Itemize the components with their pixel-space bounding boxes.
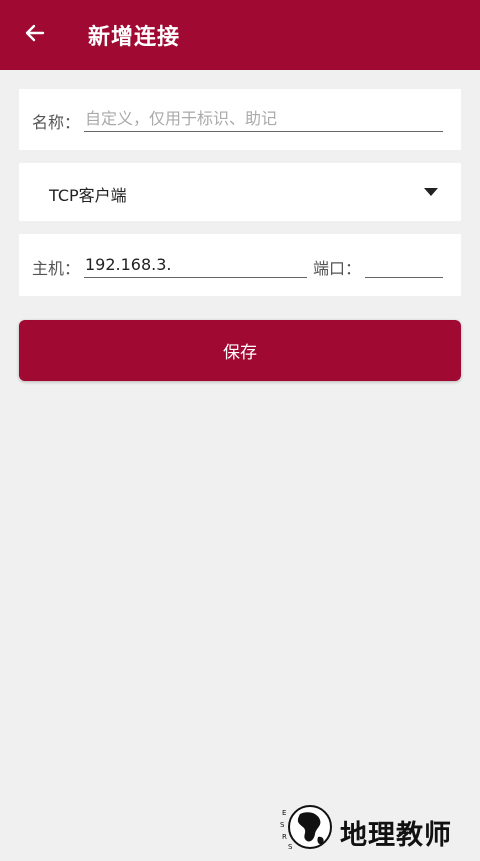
- svg-text:R: R: [282, 833, 287, 841]
- connection-type-value: TCP客户端: [49, 186, 127, 205]
- watermark: E S R S 地理教师: [278, 801, 478, 861]
- app-bar: 新增连接: [0, 0, 480, 70]
- svg-text:S: S: [288, 843, 293, 851]
- save-button[interactable]: 保存: [19, 320, 461, 381]
- page-title: 新增连接: [88, 25, 181, 50]
- save-button-label: 保存: [223, 343, 257, 363]
- host-label: 主机：: [32, 259, 81, 278]
- name-label: 名称：: [32, 113, 81, 132]
- port-label: 端口：: [313, 259, 362, 278]
- port-input[interactable]: [365, 252, 443, 278]
- host-input[interactable]: [84, 252, 307, 278]
- arrow-left-icon: [23, 21, 47, 49]
- back-button[interactable]: [0, 0, 70, 70]
- name-card: 名称：: [19, 89, 461, 150]
- globe-logo-icon: E S R S: [280, 805, 332, 851]
- host-card: 主机： 端口：: [19, 234, 461, 296]
- watermark-text: 地理教师: [340, 820, 452, 851]
- svg-text:S: S: [280, 821, 285, 829]
- svg-text:E: E: [282, 809, 286, 817]
- caret-down-icon: [424, 188, 438, 196]
- name-input[interactable]: [84, 106, 443, 132]
- connection-type-select[interactable]: TCP客户端: [19, 163, 461, 221]
